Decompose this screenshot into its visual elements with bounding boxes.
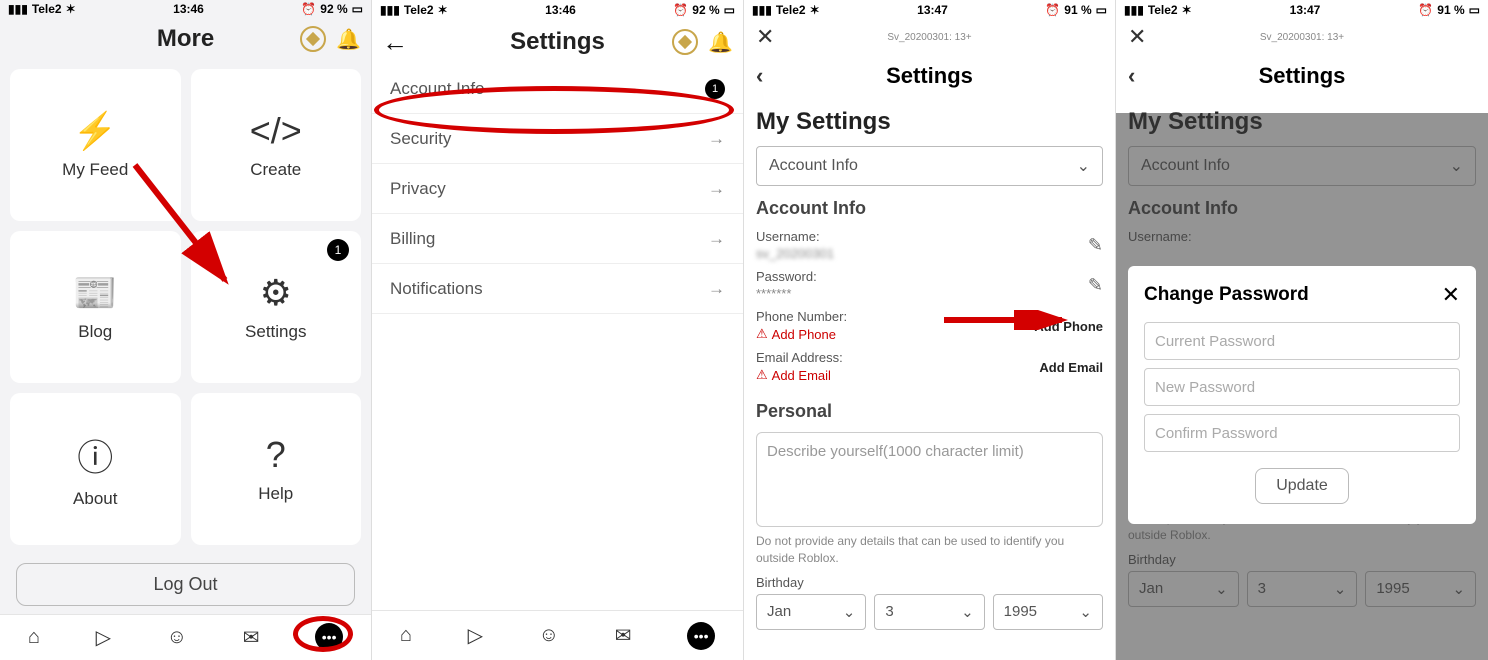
home-icon[interactable]: ⌂ xyxy=(400,624,412,647)
back-icon[interactable]: ‹ xyxy=(1128,63,1135,89)
edit-icon[interactable]: ✎ xyxy=(1088,235,1103,256)
modal-title: Change Password xyxy=(1144,284,1309,306)
email-field: Email Address: ⚠Add Email Add Email xyxy=(756,350,1103,383)
status-bar: ▮▮▮Tele2✶ 13:47 ⏰91 %▭ xyxy=(744,0,1115,20)
tile-about[interactable]: ⓘAbout xyxy=(10,393,181,545)
tile-settings[interactable]: 1⚙Settings xyxy=(191,231,362,383)
settings-header: ← Settings 🔔 xyxy=(372,20,743,64)
warning-icon: ⚠ xyxy=(756,367,768,383)
home-icon[interactable]: ⌂ xyxy=(28,626,40,649)
avatar-icon[interactable]: ☺ xyxy=(167,626,187,649)
blog-icon: 📰 xyxy=(73,272,118,314)
tile-help[interactable]: ?Help xyxy=(191,393,362,545)
tile-my-feed[interactable]: ⚡My Feed xyxy=(10,69,181,221)
badge: 1 xyxy=(327,239,349,261)
current-password-input[interactable] xyxy=(1144,322,1460,360)
lightning-icon: ⚡ xyxy=(73,110,118,152)
more-icon[interactable]: ••• xyxy=(687,622,715,650)
account-info-heading: Account Info xyxy=(756,198,1103,219)
back-arrow-icon[interactable]: ← xyxy=(382,27,408,58)
birthday-day[interactable]: 3⌄ xyxy=(874,594,984,630)
alarm-icon: ⏰ xyxy=(301,2,316,16)
chat-icon[interactable]: ✉ xyxy=(243,625,260,650)
page-title: More xyxy=(157,25,214,53)
play-icon[interactable]: ▷ xyxy=(96,625,111,650)
phone-field: Phone Number: ⚠Add Phone Add Phone xyxy=(756,309,1103,342)
warning-icon: ⚠ xyxy=(756,326,768,342)
edit-icon[interactable]: ✎ xyxy=(1088,275,1103,296)
my-settings-title: My Settings xyxy=(756,108,1103,136)
back-icon[interactable]: ‹ xyxy=(756,63,763,89)
row-account-info[interactable]: Account Info1 xyxy=(372,64,743,114)
tile-create[interactable]: </>Create xyxy=(191,69,362,221)
new-password-input[interactable] xyxy=(1144,368,1460,406)
signal-icon: ▮▮▮ xyxy=(8,2,28,16)
robux-icon[interactable] xyxy=(300,26,326,52)
play-icon[interactable]: ▷ xyxy=(468,623,483,648)
personal-heading: Personal xyxy=(756,401,1103,422)
privacy-note: Do not provide any details that can be u… xyxy=(756,533,1103,567)
chevron-right-icon: → xyxy=(708,129,725,149)
description-textarea[interactable]: Describe yourself(1000 character limit) xyxy=(756,432,1103,527)
row-security[interactable]: Security→ xyxy=(372,114,743,164)
birthday-label: Birthday xyxy=(756,575,1103,590)
update-button[interactable]: Update xyxy=(1255,468,1349,504)
page-title: Settings xyxy=(510,28,605,56)
status-bar: ▮▮▮Tele2✶ 13:46 ⏰92 %▭ xyxy=(0,0,371,19)
birthday-month[interactable]: Jan⌄ xyxy=(756,594,866,630)
chat-icon[interactable]: ✉ xyxy=(615,623,632,648)
account-label: Sv_20200301: 13+ xyxy=(887,32,971,43)
row-privacy[interactable]: Privacy→ xyxy=(372,164,743,214)
gear-icon: ⚙ xyxy=(260,272,292,314)
row-notifications[interactable]: Notifications→ xyxy=(372,264,743,314)
chevron-down-icon: ⌄ xyxy=(1077,156,1090,176)
confirm-password-input[interactable] xyxy=(1144,414,1460,452)
more-header: More 🔔 xyxy=(0,19,371,60)
info-icon: ⓘ xyxy=(77,429,113,481)
password-field: Password:******* ✎ xyxy=(756,269,1103,301)
username-field: Username:sv_20200301 ✎ xyxy=(756,229,1103,261)
wifi-icon: ✶ xyxy=(66,2,76,16)
code-icon: </> xyxy=(250,110,302,152)
logout-button[interactable]: Log Out xyxy=(16,563,355,606)
close-icon[interactable]: ✕ xyxy=(1442,282,1460,308)
battery-icon: ▭ xyxy=(352,2,363,16)
status-bar: ▮▮▮Tele2✶ 13:47 ⏰91 %▭ xyxy=(1116,0,1488,20)
bell-icon[interactable]: 🔔 xyxy=(708,30,733,55)
add-email-link[interactable]: Add Email xyxy=(1039,360,1103,375)
robux-icon[interactable] xyxy=(672,29,698,55)
avatar-icon[interactable]: ☺ xyxy=(539,624,559,647)
change-password-modal: Change Password ✕ Update xyxy=(1128,266,1476,524)
tab-bar: ⌂ ▷ ☺ ✉ ••• xyxy=(372,610,743,660)
bell-icon[interactable]: 🔔 xyxy=(336,27,361,52)
close-icon[interactable]: ✕ xyxy=(1128,24,1146,50)
add-phone-link[interactable]: Add Phone xyxy=(1034,319,1103,334)
close-icon[interactable]: ✕ xyxy=(756,24,774,50)
more-icon[interactable]: ••• xyxy=(315,623,343,651)
tile-blog[interactable]: 📰Blog xyxy=(10,231,181,383)
tab-bar: ⌂ ▷ ☺ ✉ ••• xyxy=(0,614,371,660)
birthday-year[interactable]: 1995⌄ xyxy=(993,594,1103,630)
status-bar: ▮▮▮Tele2✶ 13:46 ⏰92 %▭ xyxy=(372,0,743,20)
help-icon: ? xyxy=(266,434,286,476)
row-billing[interactable]: Billing→ xyxy=(372,214,743,264)
section-dropdown[interactable]: Account Info⌄ xyxy=(756,146,1103,186)
